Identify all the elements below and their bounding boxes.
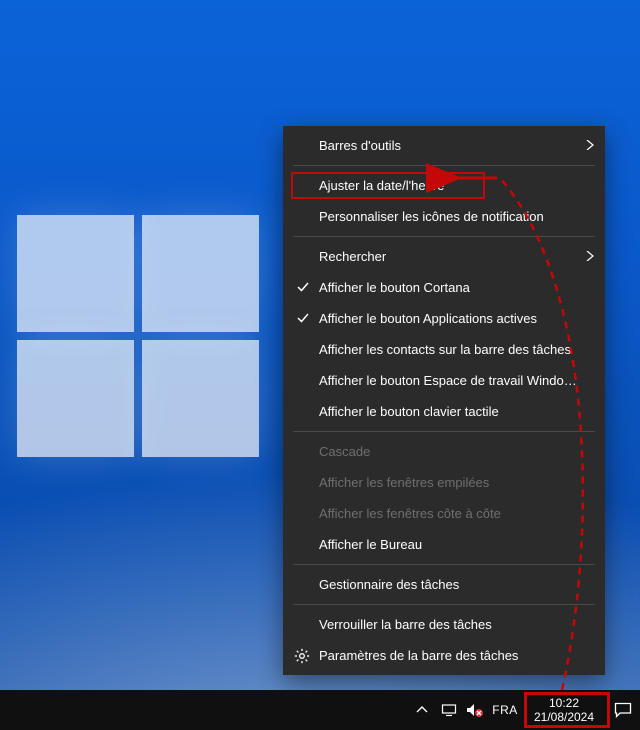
checkmark-icon — [296, 280, 310, 294]
menu-item-label: Afficher le bouton clavier tactile — [319, 404, 577, 419]
language-code: FRA — [492, 703, 518, 717]
menu-separator — [293, 431, 595, 432]
menu-item-label: Verrouiller la barre des tâches — [319, 617, 577, 632]
menu-item-show-cortana-button[interactable]: Afficher le bouton Cortana — [283, 272, 605, 303]
menu-item-cascade: Cascade — [283, 436, 605, 467]
tray-language-indicator[interactable]: FRA — [488, 690, 522, 730]
menu-separator — [293, 564, 595, 565]
menu-item-label: Gestionnaire des tâches — [319, 577, 577, 592]
menu-item-label: Afficher les fenêtres côte à côte — [319, 506, 577, 521]
menu-item-show-task-view-button[interactable]: Afficher le bouton Applications actives — [283, 303, 605, 334]
menu-item-search[interactable]: Rechercher — [283, 241, 605, 272]
menu-item-adjust-date-time[interactable]: Ajuster la date/l'heure — [283, 170, 605, 201]
menu-item-taskbar-settings[interactable]: Paramètres de la barre des tâches — [283, 640, 605, 671]
menu-item-label: Personnaliser les icônes de notification — [319, 209, 577, 224]
menu-item-label: Afficher le bouton Espace de travail Win… — [319, 373, 577, 388]
menu-separator — [293, 165, 595, 166]
menu-item-side-by-side: Afficher les fenêtres côte à côte — [283, 498, 605, 529]
notification-icon — [614, 702, 632, 718]
menu-item-show-desktop[interactable]: Afficher le Bureau — [283, 529, 605, 560]
menu-item-label: Rechercher — [319, 249, 577, 264]
tray-network-icon[interactable] — [436, 690, 462, 730]
menu-item-toolbars[interactable]: Barres d'outils — [283, 130, 605, 161]
menu-item-label: Paramètres de la barre des tâches — [319, 648, 577, 663]
windows-logo-icon — [17, 215, 259, 457]
menu-item-label: Afficher les contacts sur la barre des t… — [319, 342, 577, 357]
checkmark-icon — [296, 311, 310, 325]
chevron-up-icon — [416, 704, 428, 716]
menu-item-show-people[interactable]: Afficher les contacts sur la barre des t… — [283, 334, 605, 365]
tray-clock[interactable]: 10:22 21/08/2024 — [522, 690, 606, 730]
menu-item-lock-taskbar[interactable]: Verrouiller la barre des tâches — [283, 609, 605, 640]
clock-date: 21/08/2024 — [534, 710, 594, 724]
menu-item-label: Afficher le bouton Cortana — [319, 280, 577, 295]
menu-item-show-ink-workspace[interactable]: Afficher le bouton Espace de travail Win… — [283, 365, 605, 396]
menu-item-label: Cascade — [319, 444, 577, 459]
menu-item-stacked-windows: Afficher les fenêtres empilées — [283, 467, 605, 498]
gear-icon — [294, 648, 310, 664]
monitor-icon — [441, 702, 457, 718]
menu-item-show-touch-keyboard[interactable]: Afficher le bouton clavier tactile — [283, 396, 605, 427]
menu-item-label: Afficher les fenêtres empilées — [319, 475, 577, 490]
taskbar: FRA 10:22 21/08/2024 — [0, 690, 640, 730]
speaker-muted-icon — [466, 702, 484, 718]
menu-item-label: Afficher le Bureau — [319, 537, 577, 552]
chevron-right-icon — [585, 251, 595, 261]
tray-overflow-button[interactable] — [408, 690, 436, 730]
menu-item-customize-notification-icons[interactable]: Personnaliser les icônes de notification — [283, 201, 605, 232]
menu-item-label: Barres d'outils — [319, 138, 577, 153]
clock-time: 10:22 — [549, 696, 579, 710]
menu-item-task-manager[interactable]: Gestionnaire des tâches — [283, 569, 605, 600]
tray-action-center[interactable] — [606, 690, 640, 730]
system-tray: FRA 10:22 21/08/2024 — [408, 690, 640, 730]
tray-volume-icon[interactable] — [462, 690, 488, 730]
menu-separator — [293, 604, 595, 605]
chevron-right-icon — [585, 140, 595, 150]
menu-item-label: Ajuster la date/l'heure — [319, 178, 577, 193]
menu-separator — [293, 236, 595, 237]
taskbar-context-menu: Barres d'outils Ajuster la date/l'heure … — [283, 126, 605, 675]
menu-item-label: Afficher le bouton Applications actives — [319, 311, 577, 326]
